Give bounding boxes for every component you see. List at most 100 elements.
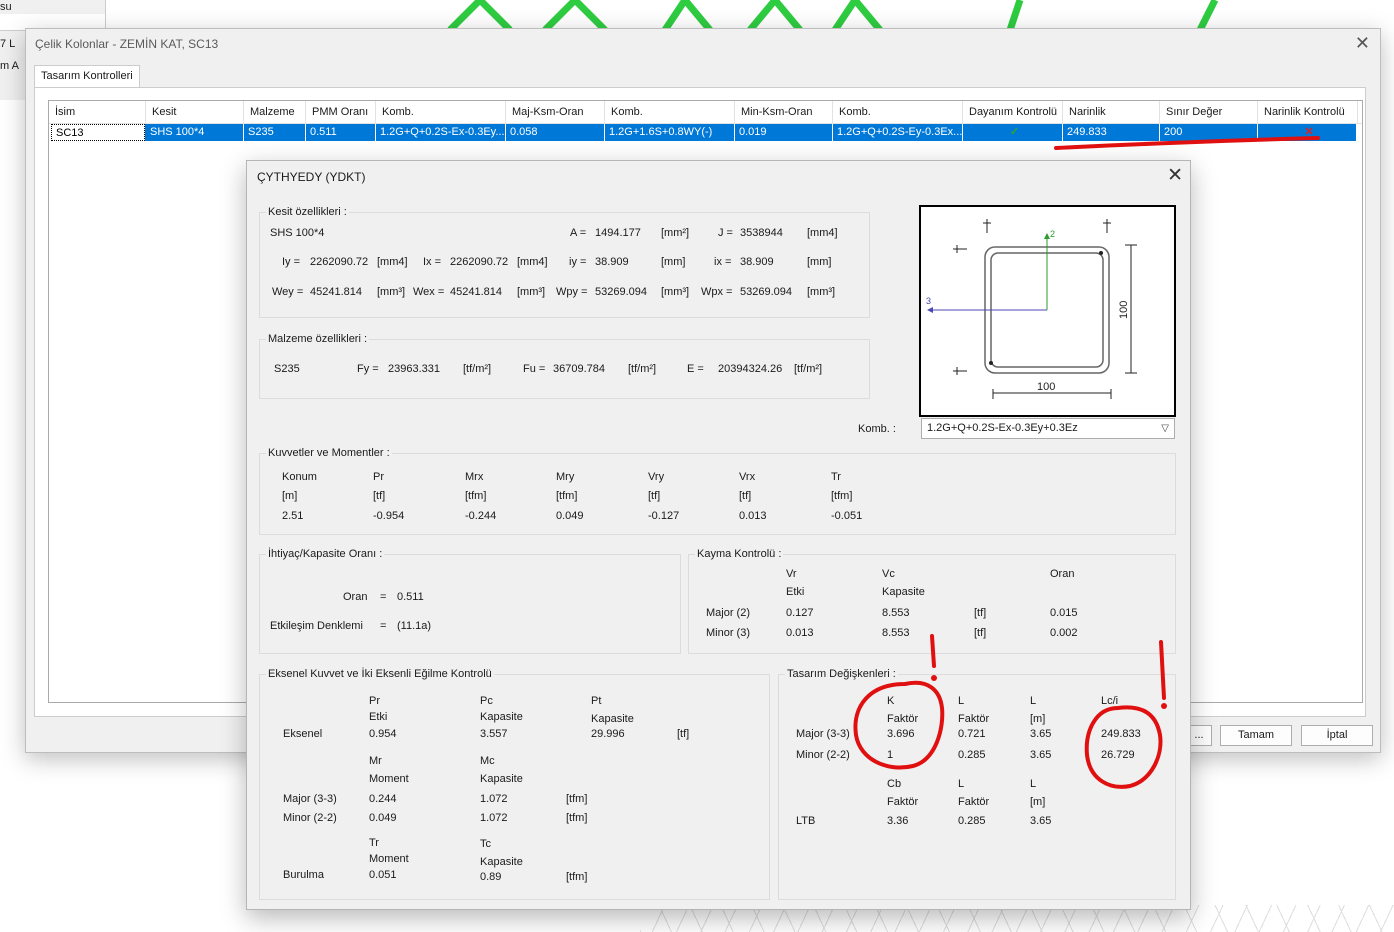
column-header[interactable]: Dayanım Kontrolü [963, 101, 1063, 123]
column-header[interactable]: İsim [49, 101, 146, 123]
cancel-button[interactable]: İptal [1301, 725, 1373, 746]
design-header: Lc/i [1101, 695, 1119, 707]
moment-header: Mr [369, 755, 382, 767]
shear-vr: 0.127 [786, 607, 814, 619]
column-header[interactable]: Sınır Değer [1160, 101, 1258, 123]
ltb-header: [m] [1030, 796, 1046, 808]
axis-3-label: 3 [926, 296, 931, 306]
prop-value: 23963.331 [388, 363, 440, 375]
column-header[interactable]: Komb. [605, 101, 735, 123]
forces-unit: [tfm] [465, 490, 487, 502]
prop-value: 45241.814 [450, 286, 502, 298]
column-header[interactable]: Narinlik [1063, 101, 1160, 123]
prop-label: iy = [569, 256, 587, 268]
prop-value: 53269.094 [595, 286, 647, 298]
moment-unit: [tfm] [566, 812, 588, 824]
prop-value: 3538944 [740, 227, 783, 239]
column-header[interactable]: Komb. [376, 101, 506, 123]
forces-unit: [tf] [648, 490, 661, 502]
height-dimension: 100 [1118, 301, 1130, 319]
cell-section[interactable]: SHS 100*4 [146, 124, 244, 141]
torsion-header: Tc [480, 838, 491, 850]
design-l: 3.65 [1030, 728, 1052, 740]
prop-label: ix = [714, 256, 732, 268]
forces-value: -0.954 [373, 510, 405, 522]
axial-pc: 3.557 [480, 728, 508, 740]
chevron-down-icon[interactable]: ▽ [1156, 419, 1169, 438]
moment-header: Kapasite [480, 773, 523, 785]
cell-maj-shear-ratio[interactable]: 0.058 [506, 124, 605, 141]
group-title: Kuvvetler ve Momentler : [266, 447, 392, 459]
cell-min-shear-ratio[interactable]: 0.019 [735, 124, 833, 141]
cell-pmm-ratio[interactable]: 0.511 [306, 124, 376, 141]
moment-header: Mc [480, 755, 495, 767]
close-icon[interactable]: ✕ [1355, 33, 1370, 54]
design-k: 3.696 [887, 728, 915, 740]
design-header: [m] [1030, 713, 1046, 725]
prop-value: 53269.094 [740, 286, 792, 298]
section-drawing: 2 3 100 100 [919, 205, 1176, 417]
forces-value: 0.049 [556, 510, 584, 522]
prop-unit: [mm³] [661, 286, 690, 298]
axial-header: Pt [591, 695, 602, 707]
forces-unit: [m] [282, 490, 298, 502]
cell-name[interactable]: SC13 [51, 124, 145, 141]
torsion-tc: 0.89 [480, 871, 502, 883]
column-header[interactable]: Min-Ksm-Oran [735, 101, 833, 123]
forces-unit: [tfm] [556, 490, 578, 502]
shear-vc: 8.553 [882, 627, 910, 639]
column-header[interactable]: Kesit [146, 101, 244, 123]
section-drawing-svg: 2 3 100 100 [926, 219, 1137, 399]
background-title: su [0, 1, 12, 13]
cell-slenderness[interactable]: 249.833 [1063, 124, 1160, 141]
background-row-1: 7 L [0, 38, 16, 50]
material-properties-group: Malzeme özellikleri : S235 Fy = 23963.33… [259, 333, 870, 399]
design-l-factor: 0.285 [958, 749, 986, 761]
design-header: K [887, 695, 895, 707]
section-name: SHS 100*4 [270, 227, 325, 239]
forces-header: Vry [648, 471, 665, 483]
prop-label: Iy = [282, 256, 301, 268]
cell-comb-2[interactable]: 1.2G+1.6S+0.8WY(-) [605, 124, 735, 141]
window-title: Çelik Kolonlar - ZEMİN KAT, SC13 [35, 37, 219, 51]
ratio-label: Oran [343, 591, 368, 603]
table-row[interactable]: SC13 SHS 100*4 S235 0.511 1.2G+Q+0.2S-Ex… [51, 124, 1357, 141]
design-k: 1 [887, 749, 894, 761]
cell-comb-3[interactable]: 1.2G+Q+0.2S-Ey-0.3Ex... [833, 124, 963, 141]
close-icon[interactable]: ✕ [1167, 164, 1183, 187]
design-header: L [1030, 695, 1037, 707]
design-row-label: Minor (2-2) [796, 749, 850, 761]
cell-slenderness-check[interactable]: ✕ [1258, 124, 1357, 141]
axial-bending-group: Eksenel Kuvvet ve İki Eksenli Eğilme Kon… [259, 668, 770, 900]
material-name: S235 [274, 363, 300, 375]
forces-header: Pr [373, 471, 384, 483]
combination-select[interactable]: 1.2G+Q+0.2S-Ex-0.3Ey+0.3Ez ▽ [921, 418, 1175, 439]
prop-unit: [mm4] [517, 256, 548, 268]
column-header[interactable]: Komb. [833, 101, 963, 123]
column-header[interactable]: Narinlik Kontrolü [1258, 101, 1358, 123]
prop-label: A = [570, 227, 587, 239]
tab-design-checks[interactable]: Tasarım Kontrolleri [34, 65, 140, 87]
design-lci: 249.833 [1101, 728, 1141, 740]
shear-unit: [tf] [974, 607, 987, 619]
torsion-unit: [tfm] [566, 871, 588, 883]
design-detail-dialog: ÇYTHYEDY (YDKT) ✕ Kesit özellikleri : SH… [246, 160, 1191, 910]
design-l-factor: 0.721 [958, 728, 986, 740]
prop-label: Ix = [423, 256, 442, 268]
column-header[interactable]: Malzeme [244, 101, 306, 123]
cell-material[interactable]: S235 [244, 124, 306, 141]
cell-comb-1[interactable]: 1.2G+Q+0.2S-Ex-0.3Ey... [376, 124, 506, 141]
moment-row-label: Major (3-3) [283, 793, 337, 805]
cell-strength-check[interactable]: ✓ [963, 124, 1063, 141]
design-header: Faktör [887, 713, 919, 725]
column-header[interactable]: PMM Oranı [306, 101, 376, 123]
equals-sign: = [380, 591, 387, 603]
column-header[interactable]: Maj-Ksm-Oran [506, 101, 605, 123]
prop-value: 45241.814 [310, 286, 362, 298]
prop-label: Wpx = [701, 286, 733, 298]
cell-limit[interactable]: 200 [1160, 124, 1258, 141]
prop-value: 36709.784 [553, 363, 605, 375]
torsion-tr: 0.051 [369, 869, 397, 881]
forces-header: Mry [556, 471, 575, 483]
ok-button[interactable]: Tamam [1220, 725, 1292, 746]
